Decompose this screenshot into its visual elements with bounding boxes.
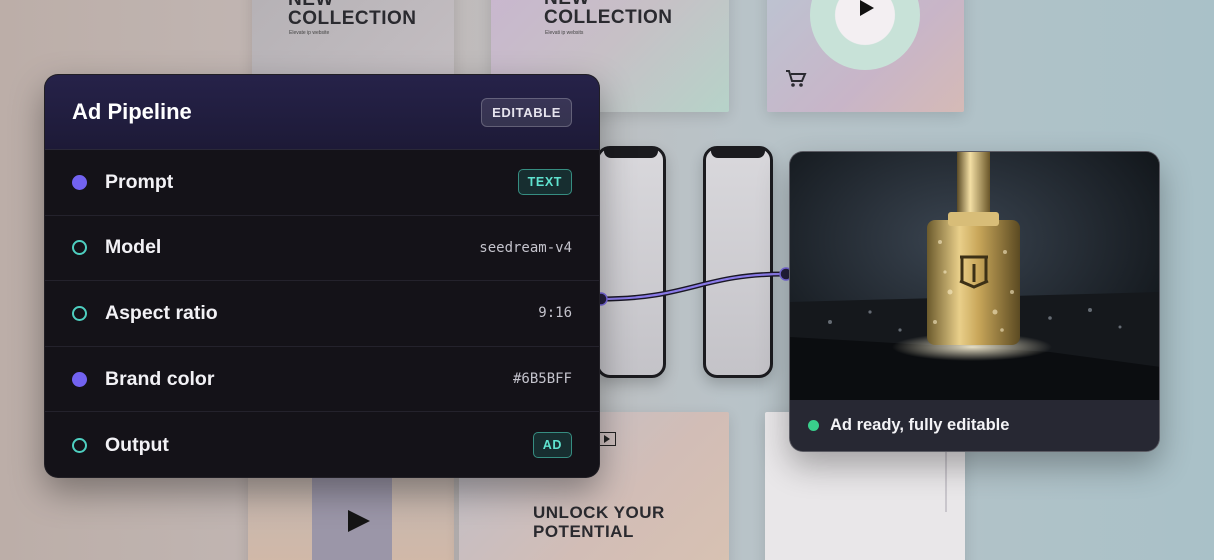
row-label: Output — [105, 433, 169, 456]
status-text: Ad ready, fully editable — [830, 416, 1010, 434]
ad-product-image — [790, 152, 1159, 402]
type-tag: AD — [532, 432, 572, 459]
port-dot-hollow-icon — [72, 240, 87, 256]
row-value[interactable]: #6B5BFF — [513, 371, 572, 387]
status-dot-icon — [808, 420, 819, 431]
row-label: Model — [105, 236, 162, 259]
pipeline-row-output[interactable]: Output AD — [45, 412, 599, 477]
status-bar: Ad ready, fully editable — [790, 400, 1159, 451]
output-ad-card[interactable]: Ad ready, fully editable — [789, 151, 1160, 452]
type-tag: TEXT — [517, 169, 572, 196]
row-label: Aspect ratio — [105, 301, 218, 324]
port-dot-filled-icon — [72, 371, 87, 387]
row-label: Brand color — [105, 367, 215, 390]
pipeline-row-prompt[interactable]: Prompt TEXT — [45, 150, 599, 216]
panel-title: Ad Pipeline — [72, 99, 192, 124]
port-dot-hollow-icon — [72, 305, 87, 321]
editable-badge[interactable]: EDITABLE — [481, 97, 572, 127]
ad-pipeline-panel: Ad Pipeline EDITABLE Prompt TEXT Model s… — [44, 74, 600, 478]
row-label: Prompt — [105, 170, 174, 193]
pipeline-row-brand-color[interactable]: Brand color #6B5BFF — [45, 347, 599, 413]
row-value[interactable]: 9:16 — [538, 305, 572, 321]
port-dot-hollow-icon — [72, 437, 87, 453]
pipeline-row-aspect-ratio[interactable]: Aspect ratio 9:16 — [45, 281, 599, 347]
pipeline-row-model[interactable]: Model seedream-v4 — [45, 216, 599, 282]
panel-header: Ad Pipeline EDITABLE — [45, 75, 599, 150]
row-value[interactable]: seedream-v4 — [479, 240, 572, 256]
port-dot-filled-icon — [72, 174, 87, 190]
